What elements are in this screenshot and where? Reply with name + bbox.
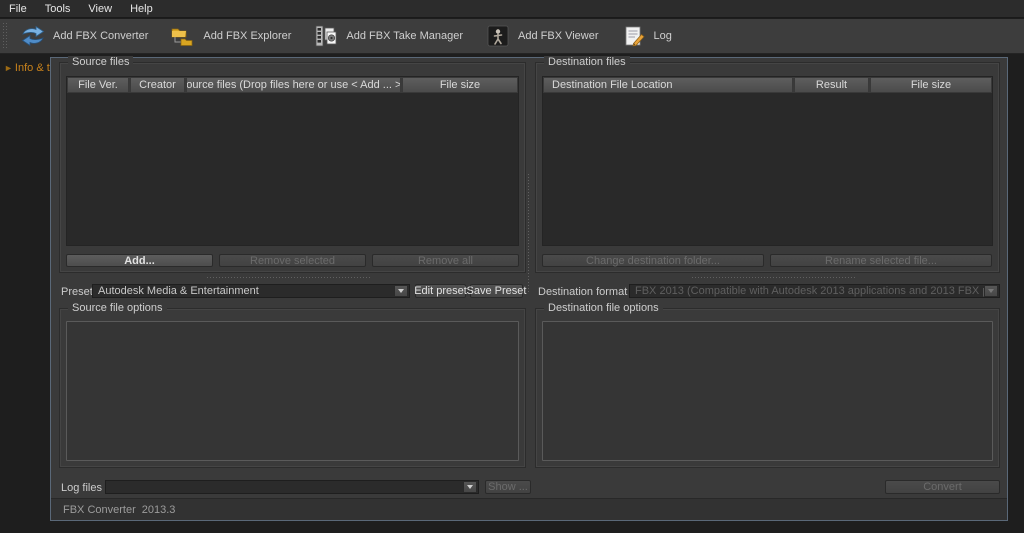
log-button[interactable]: Log [613,20,686,52]
log-files-label: Log files [61,482,102,494]
rename-selected-file-button[interactable]: Rename selected file... [770,254,992,267]
log-files-combo[interactable] [105,480,479,494]
source-files-table-header: File Ver. Creator Source files (Drop fil… [67,77,518,93]
status-bar: FBX Converter 2013.3 [51,498,1007,520]
remove-all-button[interactable]: Remove all [372,254,519,267]
destination-files-table-header: Destination File Location Result File si… [543,77,992,93]
main-panel: Source files File Ver. Creator Source fi… [50,56,1008,521]
toolbar-grip[interactable] [2,22,9,50]
add-button[interactable]: Add... [66,254,213,267]
add-fbx-converter-button[interactable]: Add FBX Converter [12,20,162,52]
source-file-options-group: Source file options [59,302,526,468]
source-file-options-label: Source file options [68,302,167,314]
tool-label: Add FBX Converter [53,30,149,42]
source-file-options-panel [66,321,519,461]
chevron-right-icon: ► [4,63,13,73]
add-fbx-take-manager-button[interactable]: Add FBX Take Manager [305,20,477,52]
destination-format-value: FBX 2013 (Compatible with Autodesk 2013 … [635,285,984,297]
change-destination-folder-button[interactable]: Change destination folder... [542,254,764,267]
right-horizontal-splitter[interactable] [691,276,856,280]
destination-files-table[interactable]: Destination File Location Result File si… [542,76,993,246]
preset-label: Preset [61,286,93,298]
add-fbx-explorer-button[interactable]: Add FBX Explorer [162,20,305,52]
destination-file-options-panel [542,321,993,461]
col-file-ver[interactable]: File Ver. [67,77,129,93]
menu-file[interactable]: File [0,2,36,16]
col-result[interactable]: Result [794,77,869,93]
col-dest-file-size[interactable]: File size [870,77,992,93]
add-fbx-viewer-button[interactable]: Add FBX Viewer [477,20,613,52]
menu-tools[interactable]: Tools [36,2,80,16]
log-icon [621,24,647,48]
destination-file-options-group: Destination file options [535,302,1000,468]
vertical-splitter[interactable] [527,173,531,293]
col-file-size[interactable]: File size [402,77,518,93]
app-window: File Tools View Help Add FBX Converter A… [0,0,1024,533]
chevron-down-icon [984,285,998,297]
save-preset-button[interactable]: Save Preset [467,284,526,298]
chevron-down-icon[interactable] [394,285,408,297]
destination-files-group: Destination files Destination File Locat… [535,56,1000,273]
col-source-files[interactable]: Source files (Drop files here or use < A… [186,77,401,93]
show-log-button[interactable]: Show ... [485,480,531,494]
preset-value: Autodesk Media & Entertainment [98,285,259,297]
tool-label: Add FBX Viewer [518,30,599,42]
destination-format-label: Destination format [538,286,628,298]
fbx-take-manager-icon [313,24,339,48]
remove-selected-button[interactable]: Remove selected [219,254,366,267]
edit-preset-button[interactable]: Edit preset [414,284,467,298]
toolbar: Add FBX Converter Add FBX Explorer Add F… [0,19,1024,54]
source-files-table[interactable]: File Ver. Creator Source files (Drop fil… [66,76,519,246]
convert-button[interactable]: Convert [885,480,1000,494]
status-version: 2013.3 [141,503,176,516]
menu-help[interactable]: Help [121,2,162,16]
left-horizontal-splitter[interactable] [206,276,371,280]
menu-view[interactable]: View [79,2,121,16]
source-files-group: Source files File Ver. Creator Source fi… [59,56,526,273]
col-destination-location[interactable]: Destination File Location [543,77,793,93]
fbx-explorer-icon [170,24,196,48]
fbx-viewer-icon [485,24,511,48]
destination-file-options-label: Destination file options [544,302,663,314]
tool-label: Add FBX Explorer [203,30,292,42]
fbx-converter-icon [20,24,46,48]
col-creator[interactable]: Creator [130,77,185,93]
tool-label: Add FBX Take Manager [346,30,464,42]
destination-files-table-body[interactable] [543,94,992,245]
preset-combo[interactable]: Autodesk Media & Entertainment [92,284,410,298]
destination-format-combo[interactable]: FBX 2013 (Compatible with Autodesk 2013 … [629,284,1000,298]
source-files-group-label: Source files [68,56,134,68]
destination-files-group-label: Destination files [544,56,630,68]
tool-label: Log [653,30,672,42]
menu-bar: File Tools View Help [0,0,1024,18]
status-app-name: FBX Converter [63,503,136,516]
chevron-down-icon[interactable] [463,481,477,493]
source-files-table-body[interactable] [67,94,518,245]
